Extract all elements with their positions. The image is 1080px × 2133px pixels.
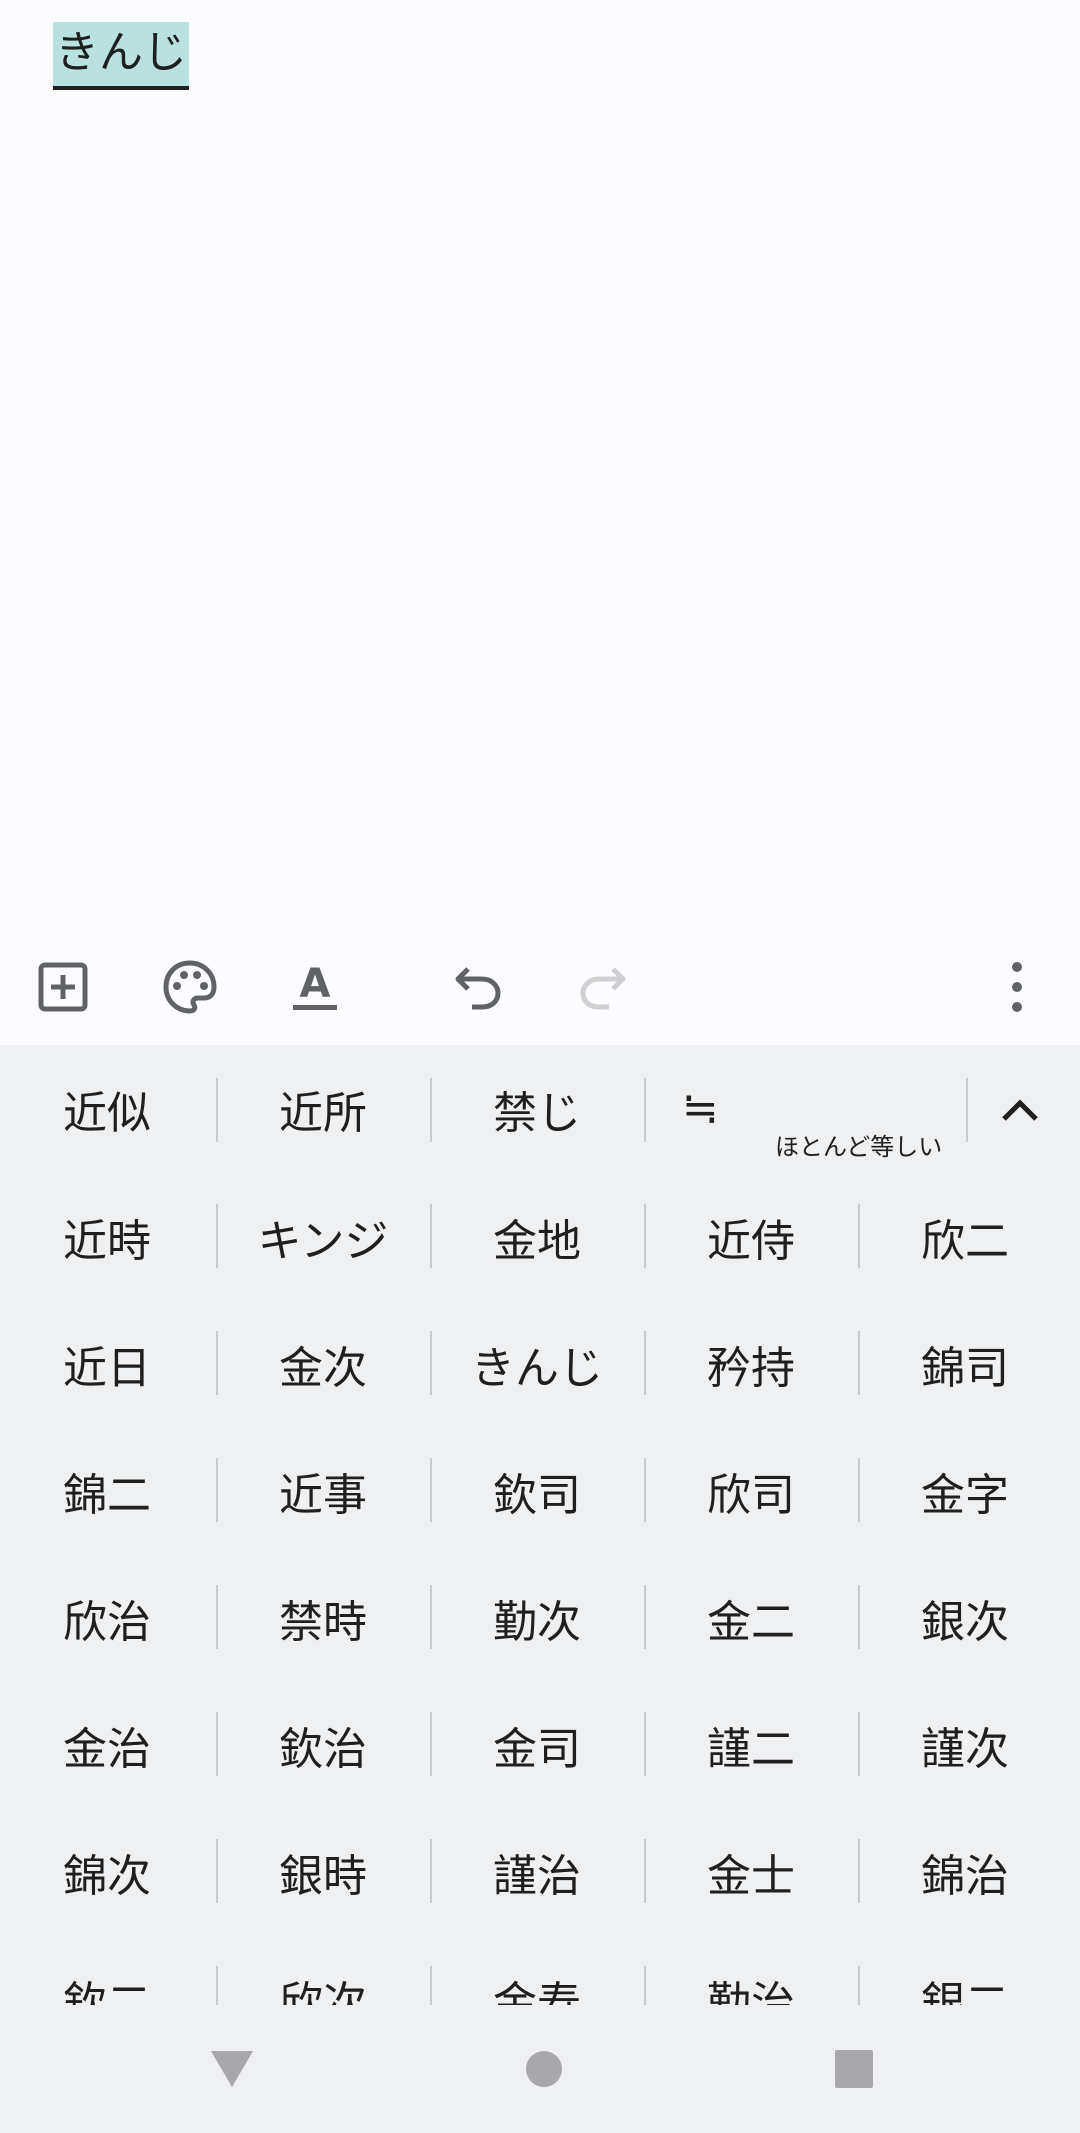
candidate-cell[interactable]: 欣次 (216, 1935, 430, 2006)
back-triangle-icon[interactable] (190, 2027, 274, 2111)
divider (430, 1204, 432, 1268)
add-box-icon[interactable] (28, 952, 98, 1022)
candidate-symbol: ≒ (682, 1083, 719, 1134)
note-editor[interactable]: きんじ (0, 0, 1080, 930)
candidate-cell[interactable]: 金士 (644, 1808, 858, 1935)
divider (430, 1585, 432, 1649)
candidate-top-3[interactable]: 禁じ (430, 1045, 644, 1172)
candidate-cell[interactable]: 金次 (216, 1300, 430, 1427)
candidate-top-1[interactable]: 近似 (0, 1045, 214, 1172)
divider (216, 1585, 218, 1649)
divider (430, 1458, 432, 1522)
candidate-cell[interactable]: 矜持 (644, 1300, 858, 1427)
divider (430, 1712, 432, 1776)
divider (644, 1331, 646, 1395)
candidate-cell[interactable]: 錦司 (858, 1300, 1072, 1427)
candidate-cell[interactable]: 謹二 (644, 1681, 858, 1808)
redo-icon (568, 952, 638, 1022)
candidate-cell[interactable]: 禁時 (216, 1554, 430, 1681)
divider (216, 1458, 218, 1522)
divider (966, 1078, 968, 1142)
divider (216, 1331, 218, 1395)
candidate-cell[interactable]: 近事 (216, 1427, 430, 1554)
divider (858, 1585, 860, 1649)
divider (644, 1585, 646, 1649)
editor-toolbar: A (0, 930, 1080, 1045)
candidate-cell[interactable]: 謹治 (430, 1808, 644, 1935)
divider (216, 1966, 218, 2005)
divider (644, 1966, 646, 2005)
divider (858, 1966, 860, 2005)
divider (858, 1331, 860, 1395)
candidate-cell[interactable]: 金治 (0, 1681, 214, 1808)
candidate-cell[interactable]: 銀時 (216, 1808, 430, 1935)
ime-keyboard: 近似 近所 禁じ ≒ ほとんど等しい 近時 キンジ 金地 近侍 欣二 近日 金次 きんじ 矜持錦… (0, 1045, 1080, 2005)
divider (858, 1839, 860, 1903)
palette-icon[interactable] (155, 952, 225, 1022)
undo-icon[interactable] (443, 952, 513, 1022)
candidate-cell[interactable]: 近侍 (644, 1173, 858, 1300)
home-circle-icon[interactable] (502, 2027, 586, 2111)
candidate-top-2[interactable]: 近所 (216, 1045, 430, 1172)
candidate-cell[interactable]: 金司 (430, 1681, 644, 1808)
candidate-cell[interactable]: 欽治 (216, 1681, 430, 1808)
candidate-symbol-note: ほとんど等しい (775, 1133, 943, 1161)
divider (644, 1712, 646, 1776)
text-format-icon[interactable]: A (280, 952, 350, 1022)
candidate-cell[interactable]: 欽司 (430, 1427, 644, 1554)
candidate-cell[interactable]: 金寿 (430, 1935, 644, 2006)
divider (216, 1204, 218, 1268)
divider (644, 1204, 646, 1268)
text-format-glyph: A (300, 961, 331, 1007)
candidate-cell[interactable]: 近時 (0, 1173, 214, 1300)
candidate-top-row: 近似 近所 禁じ ≒ ほとんど等しい (0, 1045, 1080, 1173)
candidate-cell[interactable]: 錦治 (858, 1808, 1072, 1935)
candidate-cell[interactable]: 銀次 (858, 1554, 1072, 1681)
divider (644, 1839, 646, 1903)
candidate-cell[interactable]: 謹次 (858, 1681, 1072, 1808)
candidate-cell[interactable]: 勤治 (644, 1935, 858, 2006)
candidate-cell[interactable]: 欣司 (644, 1427, 858, 1554)
divider (216, 1712, 218, 1776)
candidate-cell[interactable]: 金字 (858, 1427, 1072, 1554)
candidate-cell[interactable]: 金地 (430, 1173, 644, 1300)
candidate-cell[interactable]: 勤次 (430, 1554, 644, 1681)
candidate-cell[interactable]: 錦次 (0, 1808, 214, 1935)
divider (430, 1839, 432, 1903)
more-vert-icon[interactable] (982, 952, 1052, 1022)
system-nav-bar (0, 2005, 1080, 2133)
divider (216, 1839, 218, 1903)
divider (430, 1331, 432, 1395)
candidate-cell[interactable]: キンジ (216, 1173, 430, 1300)
recents-square-icon[interactable] (812, 2027, 896, 2111)
collapse-candidates-button[interactable] (980, 1070, 1060, 1150)
candidate-cell[interactable]: 欣治 (0, 1554, 214, 1681)
candidate-cell[interactable]: 錦二 (0, 1427, 214, 1554)
divider (858, 1458, 860, 1522)
divider (430, 1966, 432, 2005)
divider (858, 1204, 860, 1268)
divider (644, 1458, 646, 1522)
composing-text[interactable]: きんじ (53, 22, 189, 90)
candidate-cell[interactable]: 欣二 (858, 1173, 1072, 1300)
candidate-cell[interactable]: 銀二 (858, 1935, 1072, 2006)
candidate-cell[interactable]: 近日 (0, 1300, 214, 1427)
candidate-cell[interactable]: 金二 (644, 1554, 858, 1681)
candidate-cell[interactable]: きんじ (430, 1300, 644, 1427)
candidate-cell[interactable]: 欽二 (0, 1935, 214, 2006)
divider (858, 1712, 860, 1776)
chevron-up-icon (1002, 1099, 1038, 1121)
